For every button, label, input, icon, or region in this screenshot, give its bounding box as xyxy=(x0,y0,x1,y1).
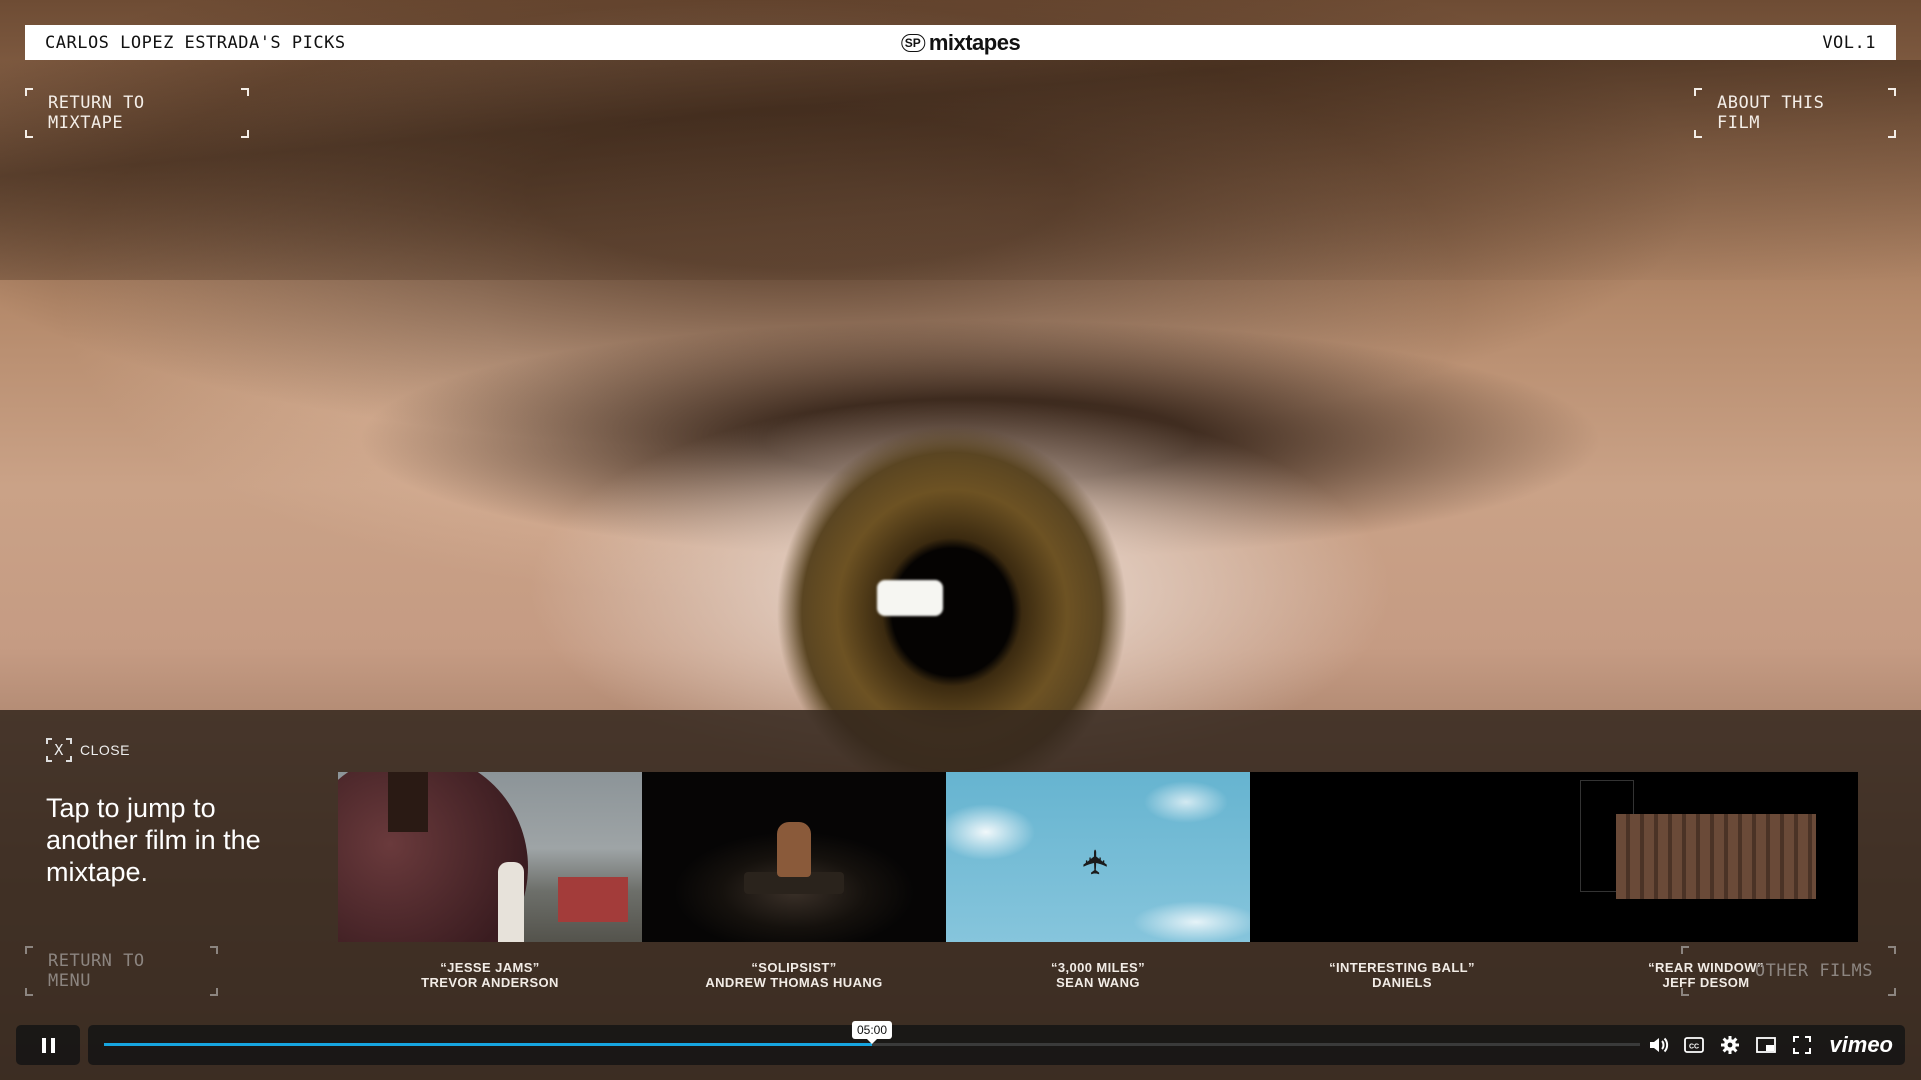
bracket-corner xyxy=(1681,946,1689,954)
bracket-corner xyxy=(1694,88,1702,96)
picture-in-picture-icon[interactable] xyxy=(1755,1034,1777,1056)
bracket-corner xyxy=(1888,88,1896,96)
film-thumbnail[interactable] xyxy=(1250,772,1554,942)
bracket-corner xyxy=(46,738,52,744)
figure-shape xyxy=(777,822,811,877)
volume-label: VOL.1 xyxy=(1822,32,1876,53)
film-thumbnail[interactable] xyxy=(338,772,642,942)
return-to-menu-button[interactable]: RETURN TO MENU xyxy=(25,946,218,996)
other-films-button[interactable]: OTHER FILMS xyxy=(1681,946,1896,996)
about-this-film-label: ABOUT THIS FILM xyxy=(1717,93,1825,133)
time-tooltip: 05:00 xyxy=(851,1021,893,1044)
jump-panel-title: Tap to jump to another film in the mixta… xyxy=(46,793,261,887)
return-to-menu-label: RETURN TO MENU xyxy=(48,951,145,991)
bracket-corner xyxy=(241,130,249,138)
film-thumbnail[interactable] xyxy=(642,772,946,942)
bracket-corner xyxy=(66,756,72,762)
film-card-3000-miles[interactable]: ✈ “3,000 MILES” SEAN WANG xyxy=(946,772,1250,1002)
bracket-corner xyxy=(25,988,33,996)
bracket-corner xyxy=(1888,130,1896,138)
building-shape xyxy=(1616,814,1816,899)
guitar-neck-shape xyxy=(388,772,428,832)
film-title: “3,000 MILES” xyxy=(1050,960,1146,975)
film-director: TREVOR ANDERSON xyxy=(421,975,559,990)
other-films-label: OTHER FILMS xyxy=(1754,961,1873,981)
close-button[interactable]: X CLOSE xyxy=(46,738,130,762)
bracket-corner xyxy=(1888,946,1896,954)
return-to-mixtape-label: RETURN TO MIXTAPE xyxy=(48,93,145,133)
bracket-corner xyxy=(241,88,249,96)
bracket-corner xyxy=(25,88,33,96)
close-icon: X xyxy=(46,738,72,762)
fullscreen-icon[interactable] xyxy=(1791,1034,1813,1056)
close-x-glyph: X xyxy=(54,741,64,759)
bracket-corner xyxy=(1888,988,1896,996)
top-bar: CARLOS LOPEZ ESTRADA'S PICKS SP mixtapes… xyxy=(25,25,1896,60)
bracket-corner xyxy=(46,756,52,762)
vimeo-logo[interactable]: vimeo xyxy=(1829,1032,1893,1058)
bracket-corner xyxy=(66,738,72,744)
return-to-mixtape-button[interactable]: RETURN TO MIXTAPE xyxy=(25,88,249,138)
curator-title: CARLOS LOPEZ ESTRADA'S PICKS xyxy=(45,32,346,53)
progress-track[interactable]: 05:00 xyxy=(104,1021,1640,1046)
film-thumbnail[interactable] xyxy=(1554,772,1858,942)
film-director: DANIELS xyxy=(1372,975,1432,990)
bracket-corner xyxy=(25,946,33,954)
film-director: SEAN WANG xyxy=(1056,975,1140,990)
film-thumbnail[interactable]: ✈ xyxy=(946,772,1250,942)
close-label: CLOSE xyxy=(80,742,130,758)
eye-highlight xyxy=(877,580,943,616)
bracket-corner xyxy=(1694,130,1702,138)
film-card-interesting-ball[interactable]: “INTERESTING BALL” DANIELS xyxy=(1250,772,1554,1002)
bracket-corner xyxy=(25,130,33,138)
player-icon-group: CC vimeo xyxy=(1647,1025,1893,1065)
bracket-corner xyxy=(210,946,218,954)
progress-played xyxy=(104,1043,872,1046)
building-shape xyxy=(558,877,628,922)
pause-button[interactable] xyxy=(16,1025,80,1065)
airplane-icon: ✈ xyxy=(1077,847,1116,877)
film-card-solipsist[interactable]: “SOLIPSIST” ANDREW THOMAS HUANG xyxy=(642,772,946,1002)
bracket-corner xyxy=(1681,988,1689,996)
film-title: “JESSE JAMS” xyxy=(440,960,540,975)
about-this-film-button[interactable]: ABOUT THIS FILM xyxy=(1694,88,1896,138)
svg-text:CC: CC xyxy=(1689,1044,1699,1051)
film-card-jesse-jams[interactable]: “JESSE JAMS” TREVOR ANDERSON xyxy=(338,772,642,1002)
settings-icon[interactable] xyxy=(1719,1034,1741,1056)
film-title: “INTERESTING BALL” xyxy=(1329,960,1475,975)
film-director: ANDREW THOMAS HUANG xyxy=(705,975,883,990)
player-control-bar: 05:00 CC vimeo xyxy=(88,1021,1905,1065)
pause-icon xyxy=(41,1037,55,1053)
sp-logo-mark: SP xyxy=(900,33,925,52)
film-title: “SOLIPSIST” xyxy=(751,960,837,975)
person-shape xyxy=(498,862,524,942)
mixtapes-logo[interactable]: SP mixtapes xyxy=(900,29,1021,56)
bracket-corner xyxy=(210,988,218,996)
closed-captions-icon[interactable]: CC xyxy=(1683,1034,1705,1056)
brand-name: mixtapes xyxy=(928,29,1021,55)
volume-icon[interactable] xyxy=(1647,1034,1669,1056)
eyebrow-shading xyxy=(0,60,1921,280)
film-list: “JESSE JAMS” TREVOR ANDERSON “SOLIPSIST”… xyxy=(338,772,1858,1002)
